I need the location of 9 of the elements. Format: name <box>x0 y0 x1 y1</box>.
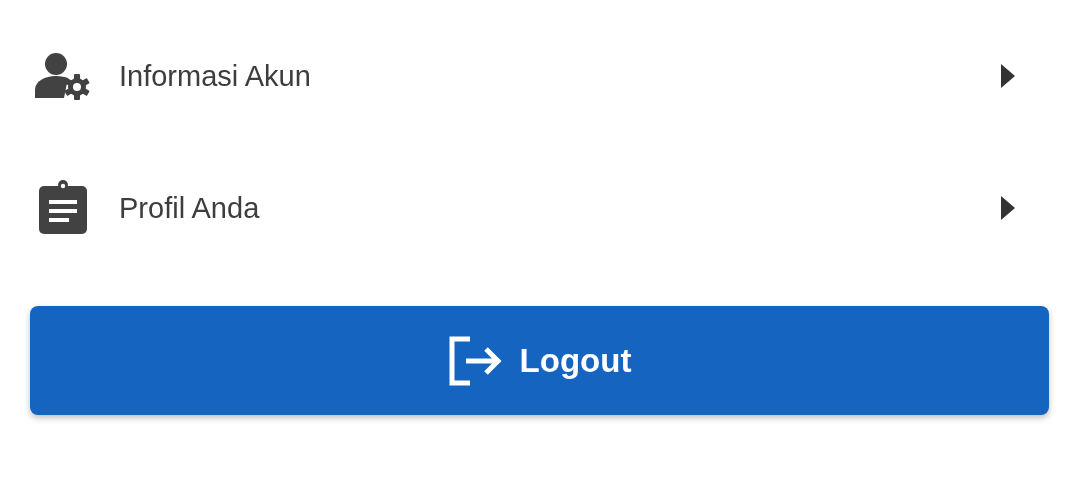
menu-label: Profil Anda <box>119 191 261 225</box>
menu-item[interactable]: Profil Anda <box>0 142 1080 274</box>
user-gear-icon <box>35 52 91 100</box>
logout-icon <box>447 335 504 386</box>
menu-label: Informasi Akun <box>119 59 312 93</box>
chevron-icon <box>1001 64 1015 88</box>
menu-item[interactable]: Informasi Akun <box>0 10 1080 142</box>
logout-button[interactable]: Logout <box>30 306 1049 415</box>
chevron-icon <box>1001 196 1015 220</box>
